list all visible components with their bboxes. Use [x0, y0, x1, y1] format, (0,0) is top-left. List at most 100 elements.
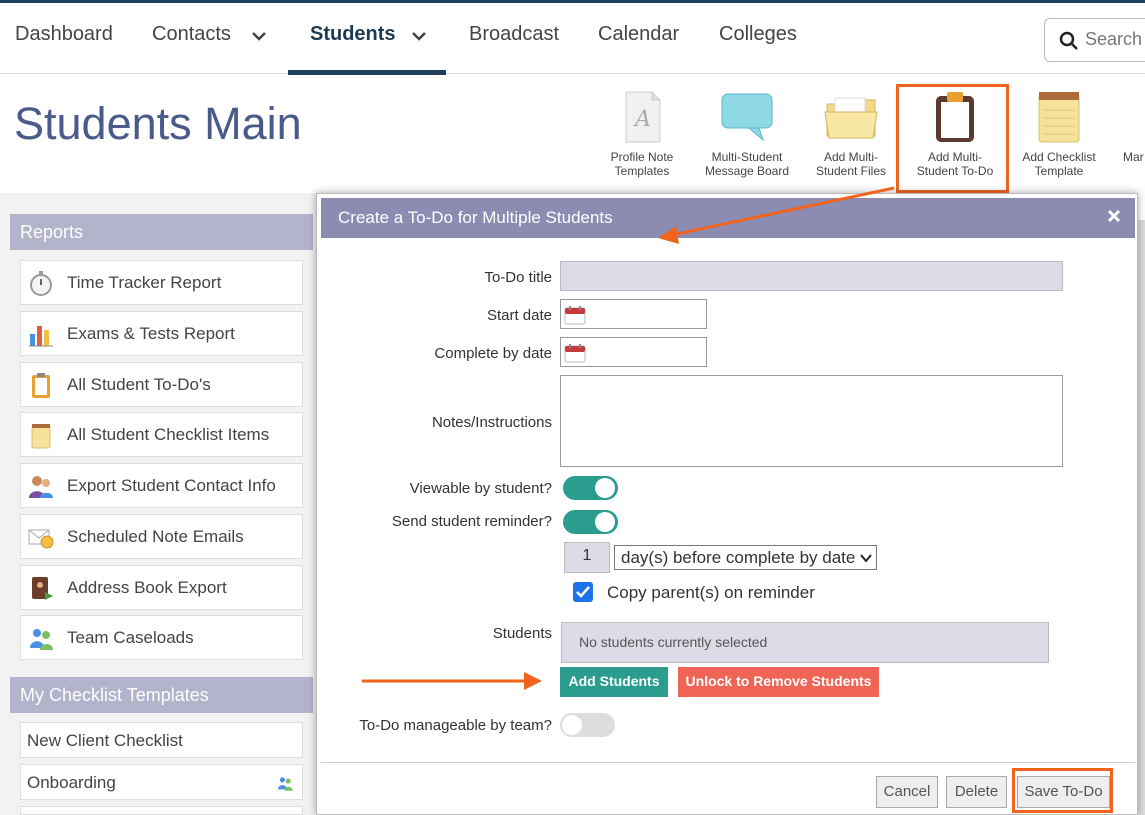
svg-text:A: A	[633, 107, 651, 132]
toggle-knob	[595, 478, 615, 498]
toolbar-message-board[interactable]: Multi-Student Message Board	[699, 88, 795, 178]
complete-by-input[interactable]	[560, 337, 707, 367]
unlock-remove-students-button[interactable]: Unlock to Remove Students	[678, 667, 879, 697]
toolbar-partial-item[interactable]: Mar	[1118, 88, 1145, 164]
modal-footer-divider	[321, 762, 1135, 763]
toolbar-label: Add Multi-	[823, 150, 879, 164]
template-label: New Client Checklist	[27, 731, 183, 750]
nav-contacts[interactable]: Contacts	[152, 23, 231, 46]
speech-bubble-icon	[721, 93, 773, 142]
notepad-icon	[1038, 92, 1080, 143]
start-date-input[interactable]	[560, 299, 707, 329]
note-template-icon: A	[625, 91, 661, 143]
nav-students[interactable]: Students	[310, 23, 396, 46]
people-icon	[29, 476, 53, 498]
report-exams-tests[interactable]: Exams & Tests Report	[20, 311, 303, 356]
report-label: Scheduled Note Emails	[67, 527, 244, 546]
nav-broadcast[interactable]: Broadcast	[469, 23, 559, 46]
students-list: No students currently selected	[561, 622, 1049, 663]
report-label: All Student To-Do's	[67, 375, 211, 394]
report-label: Export Student Contact Info	[67, 476, 276, 495]
toolbar-highlight	[896, 84, 1009, 193]
reminder-days-input[interactable]: 1	[564, 542, 610, 573]
team-manage-toggle[interactable]	[560, 713, 615, 737]
report-address-book-export[interactable]: Address Book Export	[20, 565, 303, 610]
toolbar-label: Template	[1034, 164, 1084, 178]
notes-textarea[interactable]	[560, 375, 1063, 467]
toggle-knob	[595, 512, 615, 532]
calendar-icon[interactable]	[564, 305, 586, 325]
viewable-label: Viewable by student?	[409, 480, 552, 497]
reminder-unit-select[interactable]: day(s) before complete by date	[614, 545, 877, 570]
chevron-down-icon[interactable]	[412, 29, 426, 43]
nav-dashboard[interactable]: Dashboard	[15, 23, 113, 46]
close-icon[interactable]	[1107, 209, 1121, 223]
template-item-partial[interactable]	[20, 806, 303, 815]
report-export-contact-info[interactable]: Export Student Contact Info	[20, 463, 303, 508]
top-nav: Dashboard Contacts Students Broadcast Ca…	[0, 0, 1145, 75]
nav-calendar[interactable]: Calendar	[598, 23, 679, 46]
folder-icon	[824, 97, 878, 139]
address-book-icon	[32, 577, 53, 600]
clipboard-icon	[32, 373, 50, 398]
chevron-down-icon[interactable]	[252, 29, 266, 43]
delete-button[interactable]: Delete	[946, 776, 1007, 808]
bar-chart-icon	[29, 326, 53, 347]
report-label: All Student Checklist Items	[67, 425, 270, 444]
toolbar-label: Profile Note	[610, 150, 674, 164]
toolbar-label: Student Files	[815, 164, 887, 178]
report-scheduled-note-emails[interactable]: Scheduled Note Emails	[20, 514, 303, 559]
todo-title-label: To-Do title	[484, 269, 552, 286]
reminder-toggle[interactable]	[563, 510, 618, 534]
search-icon	[1059, 31, 1078, 50]
search-placeholder: Search S	[1085, 29, 1145, 49]
save-highlight	[1012, 768, 1113, 813]
toolbar-add-files[interactable]: Add Multi- Student Files	[803, 88, 899, 178]
report-time-tracker[interactable]: Time Tracker Report	[20, 260, 303, 305]
search-input[interactable]: Search S	[1044, 18, 1145, 62]
toggle-knob	[562, 715, 582, 735]
envelope-clock-icon	[28, 529, 54, 549]
active-tab-indicator	[288, 70, 446, 75]
cancel-button[interactable]: Cancel	[876, 776, 938, 808]
report-label: Exams & Tests Report	[67, 324, 235, 343]
toolbar-profile-note-templates[interactable]: A Profile Note Templates	[594, 88, 690, 178]
todo-title-input[interactable]	[560, 261, 1063, 291]
page-title: Students Main	[14, 98, 302, 149]
toolbar-label: Message Board	[704, 164, 790, 178]
toolbar-label: Templates	[614, 164, 670, 178]
reminder-label: Send student reminder?	[391, 513, 552, 530]
viewable-toggle[interactable]	[563, 476, 618, 500]
copy-parents-label: Copy parent(s) on reminder	[607, 583, 815, 602]
reminder-unit-value: day(s) before complete by date	[621, 548, 856, 567]
copy-parents-checkbox[interactable]	[573, 582, 593, 602]
templates-header: My Checklist Templates	[10, 677, 313, 713]
team-icon	[30, 629, 53, 650]
chevron-down-icon	[860, 554, 872, 563]
toolbar-label: Add Checklist	[1022, 150, 1096, 164]
partial-icon	[1118, 88, 1145, 144]
nav-colleges[interactable]: Colleges	[719, 23, 797, 46]
report-label: Time Tracker Report	[67, 273, 222, 292]
add-students-button[interactable]: Add Students	[560, 667, 668, 697]
team-manage-label: To-Do manageable by team?	[359, 717, 552, 734]
complete-by-label: Complete by date	[434, 345, 552, 362]
create-todo-modal: Create a To-Do for Multiple Students To-…	[316, 193, 1138, 815]
team-icon	[277, 777, 293, 791]
toolbar-label: Mar	[1123, 150, 1144, 164]
modal-header: Create a To-Do for Multiple Students	[321, 198, 1135, 238]
toolbar-add-checklist-template[interactable]: Add Checklist Template	[1011, 88, 1107, 178]
modal-title: Create a To-Do for Multiple Students	[338, 208, 613, 227]
template-new-client-checklist[interactable]: New Client Checklist	[20, 722, 303, 758]
report-all-todos[interactable]: All Student To-Do's	[20, 362, 303, 407]
report-all-checklist-items[interactable]: All Student Checklist Items	[20, 412, 303, 457]
template-label: Onboarding	[27, 773, 116, 792]
background-panel	[1137, 220, 1145, 815]
template-onboarding[interactable]: Onboarding	[20, 764, 303, 800]
checkmark-icon	[576, 586, 590, 598]
report-team-caseloads[interactable]: Team Caseloads	[20, 615, 303, 660]
notes-label: Notes/Instructions	[431, 414, 552, 431]
report-label: Team Caseloads	[67, 628, 194, 647]
calendar-icon[interactable]	[564, 343, 586, 363]
reports-header: Reports	[10, 214, 313, 250]
